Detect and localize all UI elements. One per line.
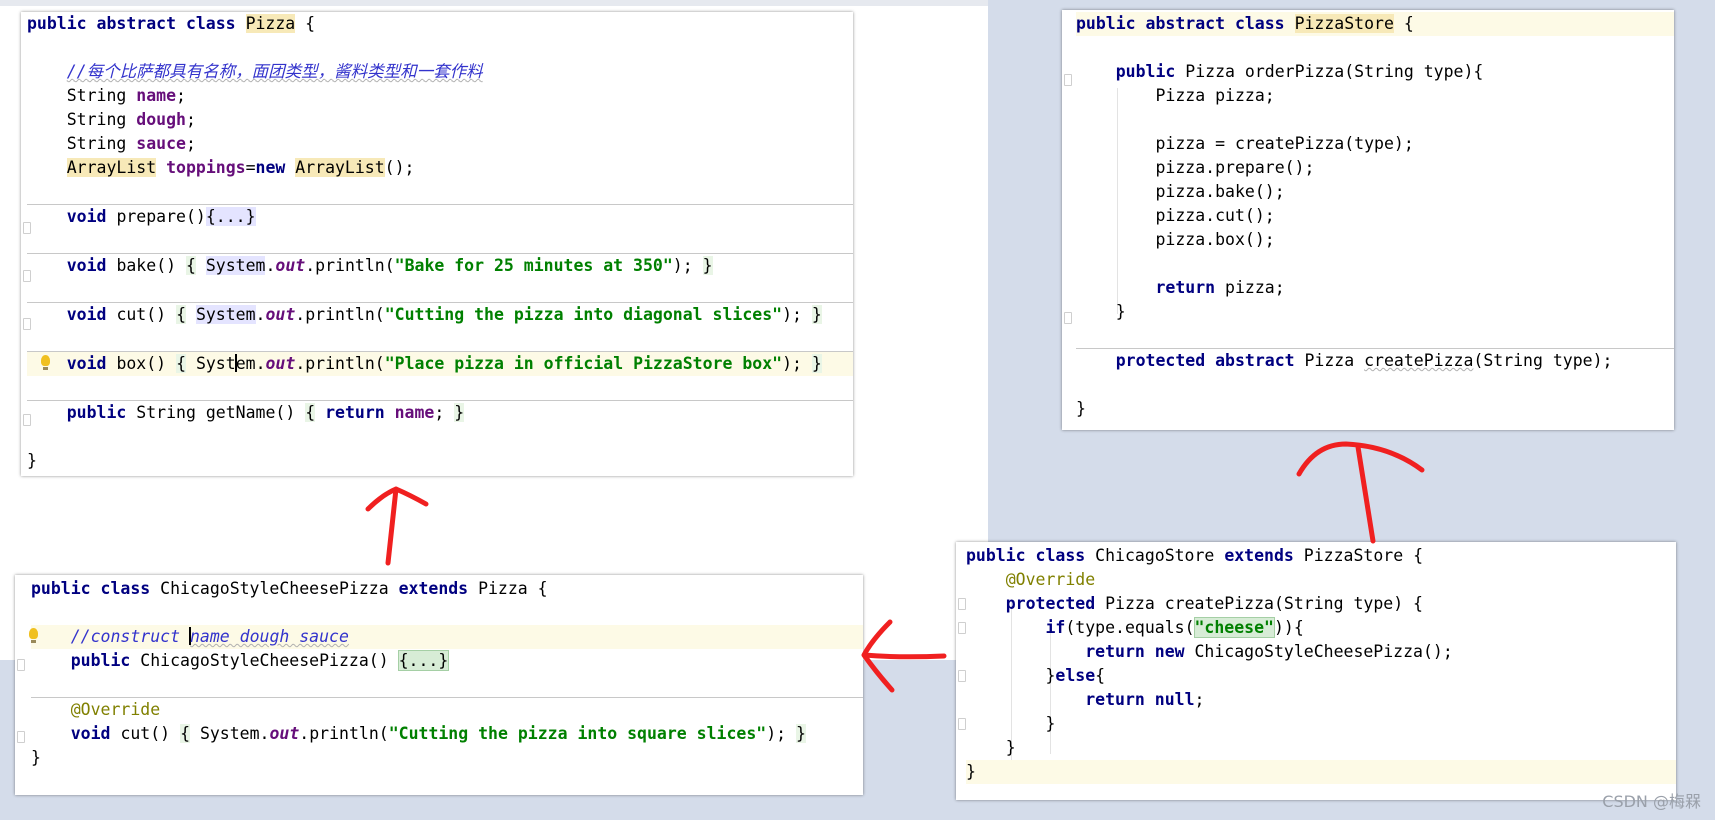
arrow-up-to-pizza	[365, 486, 429, 566]
watermark: CSDN @梅槑	[1602, 792, 1701, 811]
arrow-up-to-pizzastore	[1296, 441, 1425, 544]
arrow-left-to-pizza-store	[861, 619, 947, 693]
inheritance-arrows	[365, 441, 1425, 693]
